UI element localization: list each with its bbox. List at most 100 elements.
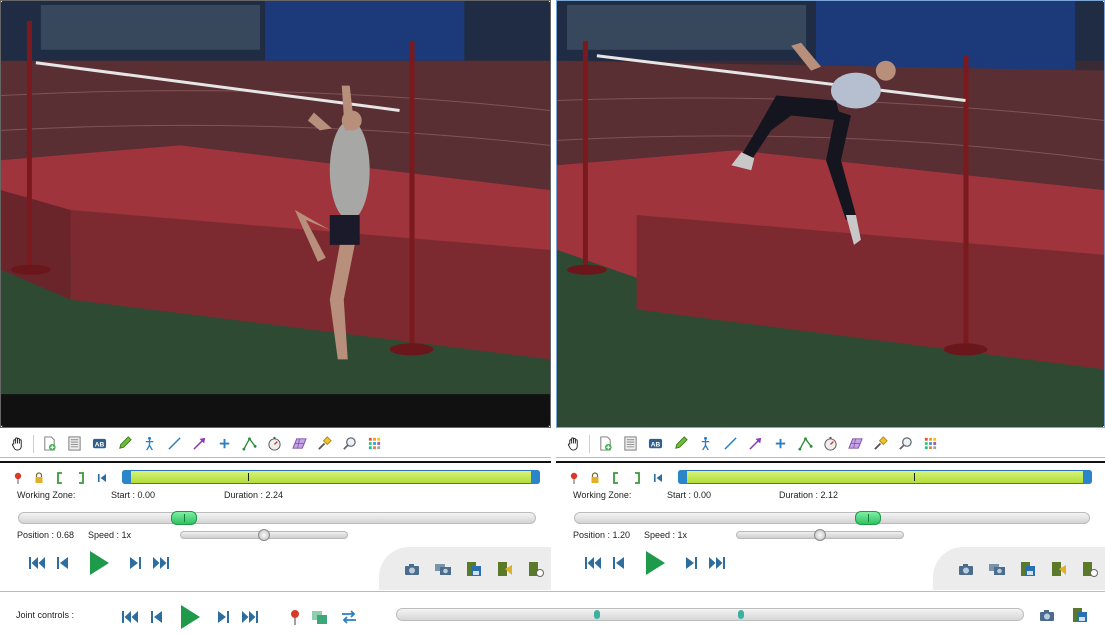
- joint-sync-marker-right[interactable]: [738, 610, 745, 619]
- color-palette-icon[interactable]: [365, 434, 384, 453]
- first-frame-icon[interactable]: [28, 555, 46, 571]
- grid-icon[interactable]: [846, 434, 865, 453]
- joint-sync-marker-left[interactable]: [594, 610, 601, 619]
- export-pdf-icon[interactable]: [1080, 559, 1099, 578]
- save-video-icon[interactable]: [464, 559, 483, 578]
- joint-next-frame-icon[interactable]: [216, 609, 230, 625]
- resize-handle[interactable]: [1, 1, 3, 3]
- hand-icon[interactable]: [8, 434, 27, 453]
- drawing-toolbar-left: AB: [0, 430, 551, 458]
- speed-slider[interactable]: [180, 529, 348, 541]
- comments-icon[interactable]: [621, 434, 640, 453]
- speed-slider[interactable]: [736, 529, 904, 541]
- lock-icon[interactable]: [33, 472, 45, 484]
- text-label-icon[interactable]: AB: [646, 434, 665, 453]
- snapshot-icon[interactable]: [402, 559, 421, 578]
- capture-buttons: [379, 547, 551, 590]
- chronometer-icon[interactable]: [821, 434, 840, 453]
- joint-controls-label: Joint controls :: [16, 610, 75, 620]
- resize-handle[interactable]: [1, 425, 3, 427]
- add-keyframe-icon[interactable]: [596, 434, 615, 453]
- working-zone-start-handle[interactable]: [678, 470, 687, 484]
- speed-slider-thumb[interactable]: [814, 529, 826, 541]
- export-video-icon[interactable]: [495, 559, 514, 578]
- working-zone-bar[interactable]: [678, 470, 1092, 484]
- high-jump-frame-right: [557, 1, 1104, 427]
- angle-icon[interactable]: [796, 434, 815, 453]
- chronometer-icon[interactable]: [265, 434, 284, 453]
- video-frame-left[interactable]: [0, 0, 551, 428]
- set-end-bracket-icon[interactable]: [631, 472, 643, 484]
- joint-save-video-icon[interactable]: [1070, 605, 1089, 624]
- next-frame-icon[interactable]: [684, 555, 698, 571]
- next-frame-icon[interactable]: [128, 555, 142, 571]
- speed-slider-thumb[interactable]: [258, 529, 270, 541]
- spotlight-icon[interactable]: [315, 434, 334, 453]
- export-pdf-icon[interactable]: [526, 559, 545, 578]
- working-zone-end-handle[interactable]: [531, 470, 540, 484]
- previous-frame-icon[interactable]: [56, 555, 70, 571]
- start-time: Start : 0.00: [111, 490, 156, 500]
- superimpose-icon[interactable]: [311, 609, 329, 625]
- resize-handle[interactable]: [548, 1, 550, 3]
- snapshot-icon[interactable]: [956, 559, 975, 578]
- first-frame-icon[interactable]: [584, 555, 602, 571]
- previous-frame-icon[interactable]: [612, 555, 626, 571]
- play-icon[interactable]: [644, 550, 666, 576]
- joint-previous-frame-icon[interactable]: [150, 609, 164, 625]
- working-zone-bar[interactable]: [122, 470, 540, 484]
- hand-icon[interactable]: [564, 434, 583, 453]
- human-model-icon[interactable]: [696, 434, 715, 453]
- joint-first-frame-icon[interactable]: [121, 609, 139, 625]
- add-keyframe-icon[interactable]: [40, 434, 59, 453]
- cross-marker-icon[interactable]: [771, 434, 790, 453]
- magnifier-icon[interactable]: [896, 434, 915, 453]
- go-to-start-icon[interactable]: [96, 472, 108, 484]
- last-frame-icon[interactable]: [708, 555, 726, 571]
- play-icon[interactable]: [88, 550, 110, 576]
- text-label-icon[interactable]: AB: [90, 434, 109, 453]
- export-video-icon[interactable]: [1049, 559, 1068, 578]
- toolbar-separator: [589, 434, 590, 453]
- spotlight-icon[interactable]: [871, 434, 890, 453]
- magnifier-icon[interactable]: [340, 434, 359, 453]
- human-model-icon[interactable]: [140, 434, 159, 453]
- last-frame-icon[interactable]: [152, 555, 170, 571]
- marker-pin-icon[interactable]: [568, 472, 580, 484]
- marker-pin-icon[interactable]: [12, 472, 24, 484]
- swap-icon[interactable]: [340, 609, 358, 625]
- cross-marker-icon[interactable]: [215, 434, 234, 453]
- arrow-icon[interactable]: [746, 434, 765, 453]
- arrow-icon[interactable]: [190, 434, 209, 453]
- set-start-bracket-icon[interactable]: [54, 472, 66, 484]
- pencil-icon[interactable]: [671, 434, 690, 453]
- working-zone-end-handle[interactable]: [1083, 470, 1092, 484]
- position-slider-thumb[interactable]: [171, 511, 198, 525]
- sequence-snapshot-icon[interactable]: [987, 559, 1006, 578]
- set-end-bracket-icon[interactable]: [75, 472, 87, 484]
- position-slider[interactable]: [18, 511, 536, 525]
- go-to-start-icon[interactable]: [652, 472, 664, 484]
- joint-timeline-slider[interactable]: [396, 608, 1024, 621]
- lock-icon[interactable]: [589, 472, 601, 484]
- joint-play-icon[interactable]: [179, 604, 201, 630]
- joint-snapshot-icon[interactable]: [1037, 605, 1056, 624]
- pencil-icon[interactable]: [115, 434, 134, 453]
- line-icon[interactable]: [721, 434, 740, 453]
- set-start-bracket-icon[interactable]: [610, 472, 622, 484]
- color-palette-icon[interactable]: [921, 434, 940, 453]
- position-slider[interactable]: [574, 511, 1090, 525]
- comments-icon[interactable]: [65, 434, 84, 453]
- working-zone-start-handle[interactable]: [122, 470, 131, 484]
- save-video-icon[interactable]: [1018, 559, 1037, 578]
- video-frame-right[interactable]: [556, 0, 1105, 428]
- angle-icon[interactable]: [240, 434, 259, 453]
- sequence-snapshot-icon[interactable]: [433, 559, 452, 578]
- resize-handle[interactable]: [548, 425, 550, 427]
- line-icon[interactable]: [165, 434, 184, 453]
- joint-last-frame-icon[interactable]: [241, 609, 259, 625]
- grid-icon[interactable]: [290, 434, 309, 453]
- player-left: AB Working Zone: Start: 0.00 Duration:…: [0, 0, 551, 590]
- position-slider-thumb[interactable]: [854, 511, 881, 525]
- sync-marker-icon[interactable]: [290, 609, 300, 625]
